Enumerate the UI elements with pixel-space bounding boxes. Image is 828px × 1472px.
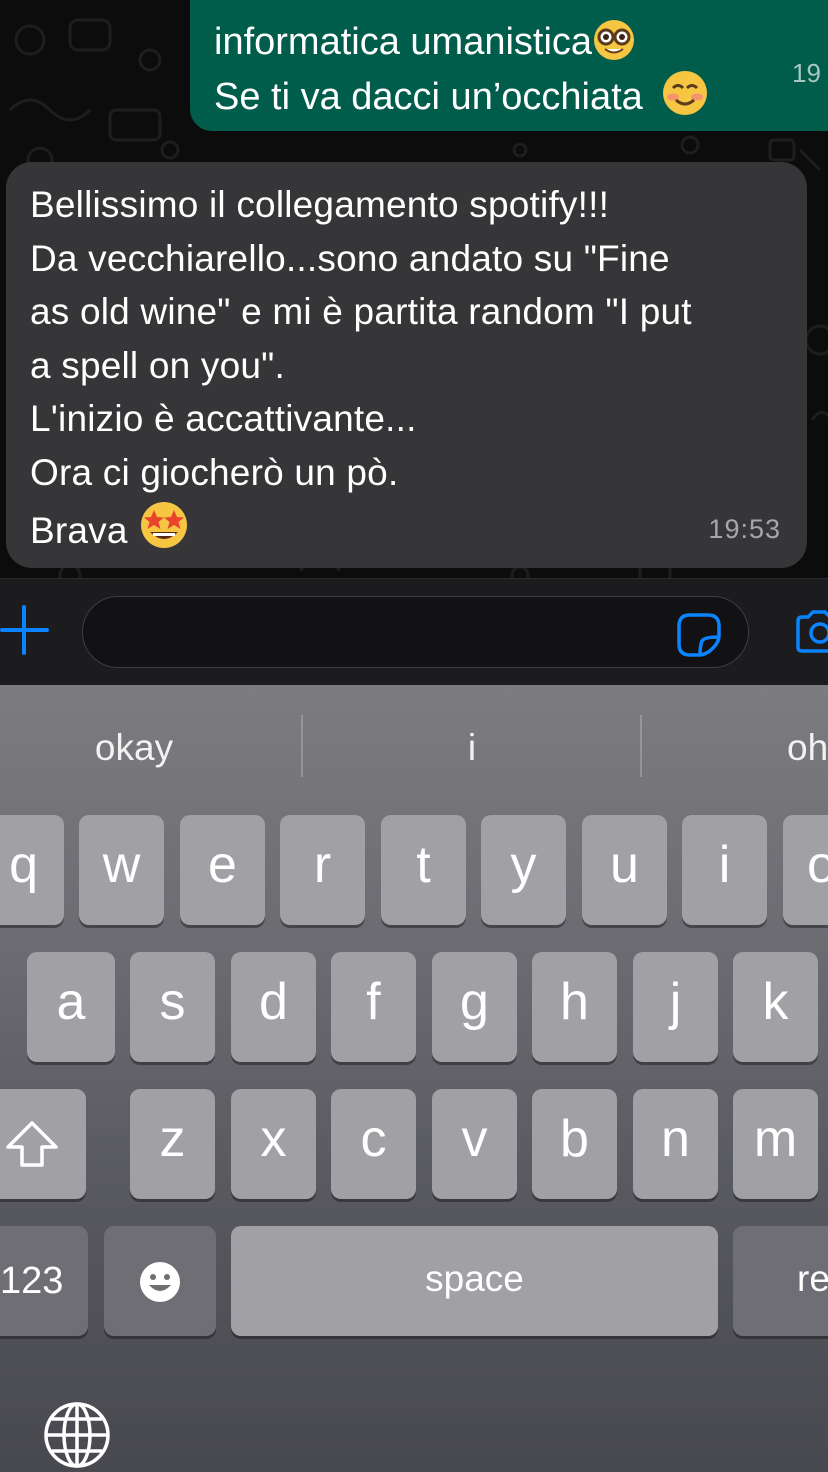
message-input[interactable] <box>82 596 749 668</box>
key-j[interactable]: j <box>633 952 718 1062</box>
key-label: k <box>762 973 789 1031</box>
suggestion-i[interactable]: i <box>303 685 641 810</box>
key-label: s <box>159 973 186 1031</box>
key-label: 123 <box>0 1260 64 1302</box>
outgoing-message-line: informatica umanistica <box>214 21 593 63</box>
key-label: re <box>797 1258 828 1299</box>
key-label: v <box>461 1110 488 1168</box>
message-input-bar <box>0 578 828 686</box>
key-label: n <box>661 1110 690 1168</box>
key-label: m <box>753 1110 798 1168</box>
chat-area: informatica umanistica Se ti va dacci un… <box>0 0 828 578</box>
key-label: z <box>159 1110 186 1168</box>
incoming-message-text: Bellissimo il collegamento spotify!!! Da… <box>30 184 692 551</box>
key-s[interactable]: s <box>130 952 215 1062</box>
key-label: b <box>560 1110 589 1168</box>
space-key[interactable]: space <box>231 1226 718 1336</box>
key-o[interactable]: o <box>783 815 828 925</box>
message-timestamp: 19 <box>792 58 821 88</box>
camera-icon[interactable] <box>794 609 828 655</box>
key-r[interactable]: r <box>280 815 365 925</box>
key-w[interactable]: w <box>79 815 164 925</box>
key-y[interactable]: y <box>481 815 566 925</box>
key-m[interactable]: m <box>733 1089 818 1199</box>
key-label: u <box>610 836 639 894</box>
key-label: space <box>425 1258 524 1299</box>
globe-icon[interactable] <box>43 1401 111 1469</box>
key-i[interactable]: i <box>682 815 767 925</box>
suggestion-divider <box>640 715 642 777</box>
key-label: t <box>416 836 431 894</box>
key-label: i <box>718 836 731 894</box>
key-label: r <box>313 836 332 894</box>
key-u[interactable]: u <box>582 815 667 925</box>
key-label: x <box>260 1110 287 1168</box>
key-label: d <box>259 973 288 1031</box>
key-g[interactable]: g <box>432 952 517 1062</box>
key-c[interactable]: c <box>331 1089 416 1199</box>
key-label: j <box>669 973 682 1031</box>
message-timestamp: 19:53 <box>708 513 781 544</box>
suggestion-oh[interactable]: oh <box>787 685 828 810</box>
emoji-icon <box>140 1262 180 1302</box>
key-label: g <box>460 973 489 1031</box>
suggestion-okay[interactable]: okay <box>0 685 268 810</box>
key-t[interactable]: t <box>381 815 466 925</box>
shift-icon <box>6 1121 58 1167</box>
key-label: q <box>9 836 38 894</box>
key-x[interactable]: x <box>231 1089 316 1199</box>
outgoing-message-line: Se ti va dacci un’occhiata <box>214 76 643 118</box>
key-label: c <box>360 1110 387 1168</box>
key-label: e <box>208 836 237 894</box>
plus-icon[interactable] <box>0 605 50 655</box>
key-h[interactable]: h <box>532 952 617 1062</box>
key-label: o <box>807 836 828 894</box>
star-struck-emoji <box>141 502 188 548</box>
key-label: f <box>366 973 381 1031</box>
key-z[interactable]: z <box>130 1089 215 1199</box>
key-label: y <box>510 836 537 894</box>
key-a[interactable]: a <box>27 952 115 1062</box>
key-label: w <box>102 836 141 894</box>
key-e[interactable]: e <box>180 815 265 925</box>
return-key[interactable]: re <box>733 1226 828 1336</box>
nerd-face-emoji <box>594 20 635 60</box>
sticker-icon[interactable] <box>676 612 722 658</box>
numbers-key[interactable]: 123 <box>0 1226 88 1336</box>
shift-key[interactable] <box>0 1089 86 1199</box>
key-k[interactable]: k <box>733 952 818 1062</box>
key-label: h <box>560 973 589 1031</box>
key-f[interactable]: f <box>331 952 416 1062</box>
emoji-key[interactable] <box>104 1226 216 1336</box>
key-v[interactable]: v <box>432 1089 517 1199</box>
key-q[interactable]: q <box>0 815 64 925</box>
incoming-message-bubble[interactable]: Bellissimo il collegamento spotify!!! Da… <box>6 162 807 568</box>
key-b[interactable]: b <box>532 1089 617 1199</box>
key-label: a <box>56 973 86 1031</box>
keyboard: okay i oh q w e r t y u i o a s d f g h … <box>0 685 828 1472</box>
key-n[interactable]: n <box>633 1089 718 1199</box>
smiling-face-emoji <box>663 71 708 115</box>
outgoing-message-bubble[interactable]: informatica umanistica Se ti va dacci un… <box>190 0 828 131</box>
key-d[interactable]: d <box>231 952 316 1062</box>
